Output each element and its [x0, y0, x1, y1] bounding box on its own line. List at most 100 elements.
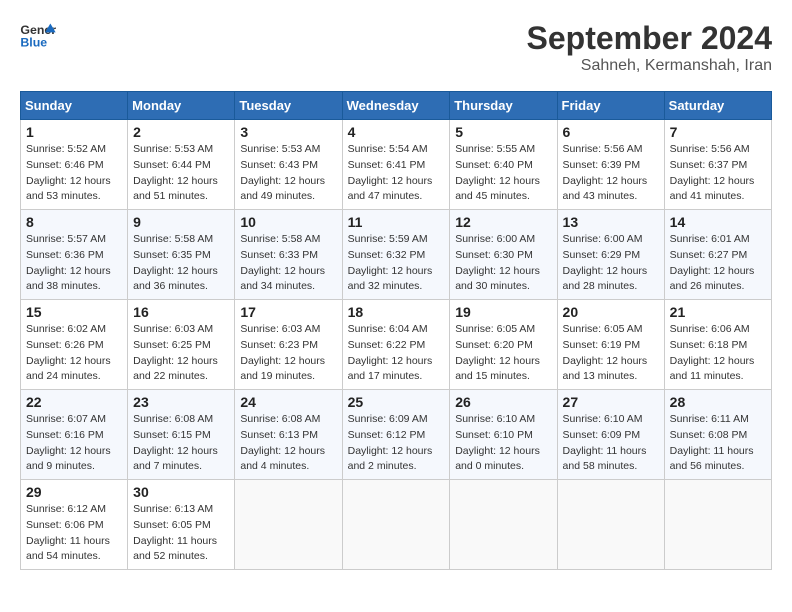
day-number: 23 [133, 394, 229, 410]
calendar-cell [342, 480, 450, 570]
day-number: 19 [455, 304, 551, 320]
day-info: Sunrise: 6:12 AM Sunset: 6:06 PM Dayligh… [26, 502, 122, 565]
day-info: Sunrise: 6:02 AM Sunset: 6:26 PM Dayligh… [26, 322, 122, 385]
calendar-cell: 12 Sunrise: 6:00 AM Sunset: 6:30 PM Dayli… [450, 210, 557, 300]
calendar-body: 1Sunrise: 5:52 AM Sunset: 6:46 PM Daylig… [21, 120, 772, 570]
day-info: Sunrise: 6:13 AM Sunset: 6:05 PM Dayligh… [133, 502, 229, 565]
day-number: 9 [133, 214, 229, 230]
calendar-cell [664, 480, 771, 570]
day-number: 29 [26, 484, 122, 500]
day-info: Sunrise: 5:55 AM Sunset: 6:40 PM Dayligh… [455, 142, 551, 205]
day-number: 13 [563, 214, 659, 230]
day-number: 8 [26, 214, 122, 230]
calendar-cell: 19 Sunrise: 6:05 AM Sunset: 6:20 PM Dayli… [450, 300, 557, 390]
calendar-cell: 20 Sunrise: 6:05 AM Sunset: 6:19 PM Dayli… [557, 300, 664, 390]
day-number: 24 [240, 394, 336, 410]
day-info: Sunrise: 6:05 AM Sunset: 6:20 PM Dayligh… [455, 322, 551, 385]
week-row-2: 8 Sunrise: 5:57 AM Sunset: 6:36 PM Daylig… [21, 210, 772, 300]
week-row-1: 1Sunrise: 5:52 AM Sunset: 6:46 PM Daylig… [21, 120, 772, 210]
day-info: Sunrise: 5:59 AM Sunset: 6:32 PM Dayligh… [348, 232, 445, 295]
weekday-thursday: Thursday [450, 92, 557, 120]
calendar-cell: 7 Sunrise: 5:56 AM Sunset: 6:37 PM Daylig… [664, 120, 771, 210]
day-number: 28 [670, 394, 766, 410]
day-number: 18 [348, 304, 445, 320]
calendar-cell: 16Sunrise: 6:03 AM Sunset: 6:25 PM Dayli… [128, 300, 235, 390]
calendar-cell: 27 Sunrise: 6:10 AM Sunset: 6:09 PM Dayli… [557, 390, 664, 480]
day-info: Sunrise: 5:58 AM Sunset: 6:35 PM Dayligh… [133, 232, 229, 295]
day-info: Sunrise: 5:57 AM Sunset: 6:36 PM Dayligh… [26, 232, 122, 295]
day-number: 27 [563, 394, 659, 410]
weekday-saturday: Saturday [664, 92, 771, 120]
calendar-cell: 18 Sunrise: 6:04 AM Sunset: 6:22 PM Dayli… [342, 300, 450, 390]
month-year: September 2024 [527, 20, 772, 57]
day-info: Sunrise: 6:07 AM Sunset: 6:16 PM Dayligh… [26, 412, 122, 475]
calendar-cell: 26Sunrise: 6:10 AM Sunset: 6:10 PM Dayli… [450, 390, 557, 480]
day-info: Sunrise: 5:58 AM Sunset: 6:33 PM Dayligh… [240, 232, 336, 295]
calendar-cell: 8 Sunrise: 5:57 AM Sunset: 6:36 PM Daylig… [21, 210, 128, 300]
day-number: 17 [240, 304, 336, 320]
day-info: Sunrise: 6:11 AM Sunset: 6:08 PM Dayligh… [670, 412, 766, 475]
weekday-header-row: SundayMondayTuesdayWednesdayThursdayFrid… [21, 92, 772, 120]
day-info: Sunrise: 5:53 AM Sunset: 6:44 PM Dayligh… [133, 142, 229, 205]
day-info: Sunrise: 6:10 AM Sunset: 6:10 PM Dayligh… [455, 412, 551, 475]
day-info: Sunrise: 5:56 AM Sunset: 6:39 PM Dayligh… [563, 142, 659, 205]
calendar-cell: 10 Sunrise: 5:58 AM Sunset: 6:33 PM Dayli… [235, 210, 342, 300]
svg-text:Blue: Blue [20, 35, 47, 49]
day-info: Sunrise: 6:10 AM Sunset: 6:09 PM Dayligh… [563, 412, 659, 475]
day-number: 21 [670, 304, 766, 320]
day-info: Sunrise: 5:52 AM Sunset: 6:46 PM Dayligh… [26, 142, 122, 205]
day-number: 2 [133, 124, 229, 140]
day-info: Sunrise: 6:08 AM Sunset: 6:15 PM Dayligh… [133, 412, 229, 475]
header: General Blue September 2024 Sahneh, Kerm… [20, 20, 772, 75]
day-number: 4 [348, 124, 445, 140]
day-number: 25 [348, 394, 445, 410]
logo-icon: General Blue [20, 20, 56, 50]
day-info: Sunrise: 5:56 AM Sunset: 6:37 PM Dayligh… [670, 142, 766, 205]
day-info: Sunrise: 6:00 AM Sunset: 6:29 PM Dayligh… [563, 232, 659, 295]
title-block: September 2024 Sahneh, Kermanshah, Iran [527, 20, 772, 75]
day-info: Sunrise: 6:00 AM Sunset: 6:30 PM Dayligh… [455, 232, 551, 295]
calendar-cell [557, 480, 664, 570]
day-info: Sunrise: 6:03 AM Sunset: 6:23 PM Dayligh… [240, 322, 336, 385]
day-number: 11 [348, 214, 445, 230]
calendar-cell: 29 Sunrise: 6:12 AM Sunset: 6:06 PM Dayli… [21, 480, 128, 570]
week-row-4: 22 Sunrise: 6:07 AM Sunset: 6:16 PM Dayli… [21, 390, 772, 480]
day-number: 12 [455, 214, 551, 230]
day-info: Sunrise: 6:05 AM Sunset: 6:19 PM Dayligh… [563, 322, 659, 385]
day-number: 5 [455, 124, 551, 140]
day-info: Sunrise: 6:01 AM Sunset: 6:27 PM Dayligh… [670, 232, 766, 295]
day-info: Sunrise: 6:04 AM Sunset: 6:22 PM Dayligh… [348, 322, 445, 385]
calendar-cell: 6 Sunrise: 5:56 AM Sunset: 6:39 PM Daylig… [557, 120, 664, 210]
weekday-wednesday: Wednesday [342, 92, 450, 120]
calendar-cell: 21 Sunrise: 6:06 AM Sunset: 6:18 PM Dayli… [664, 300, 771, 390]
calendar-cell: 14Sunrise: 6:01 AM Sunset: 6:27 PM Dayli… [664, 210, 771, 300]
day-number: 7 [670, 124, 766, 140]
week-row-5: 29 Sunrise: 6:12 AM Sunset: 6:06 PM Dayli… [21, 480, 772, 570]
weekday-friday: Friday [557, 92, 664, 120]
day-info: Sunrise: 6:03 AM Sunset: 6:25 PM Dayligh… [133, 322, 229, 385]
day-number: 22 [26, 394, 122, 410]
day-number: 30 [133, 484, 229, 500]
weekday-sunday: Sunday [21, 92, 128, 120]
calendar-cell: 13 Sunrise: 6:00 AM Sunset: 6:29 PM Dayli… [557, 210, 664, 300]
calendar-cell: 3 Sunrise: 5:53 AM Sunset: 6:43 PM Daylig… [235, 120, 342, 210]
day-number: 3 [240, 124, 336, 140]
calendar-cell: 28 Sunrise: 6:11 AM Sunset: 6:08 PM Dayli… [664, 390, 771, 480]
calendar-cell: 11 Sunrise: 5:59 AM Sunset: 6:32 PM Dayli… [342, 210, 450, 300]
day-number: 20 [563, 304, 659, 320]
logo: General Blue [20, 20, 56, 50]
calendar-cell [235, 480, 342, 570]
weekday-monday: Monday [128, 92, 235, 120]
location: Sahneh, Kermanshah, Iran [527, 57, 772, 75]
week-row-3: 15 Sunrise: 6:02 AM Sunset: 6:26 PM Dayli… [21, 300, 772, 390]
calendar-cell: 17 Sunrise: 6:03 AM Sunset: 6:23 PM Dayli… [235, 300, 342, 390]
day-number: 6 [563, 124, 659, 140]
calendar-cell: 9 Sunrise: 5:58 AM Sunset: 6:35 PM Daylig… [128, 210, 235, 300]
calendar-cell: 4 Sunrise: 5:54 AM Sunset: 6:41 PM Daylig… [342, 120, 450, 210]
calendar-cell: 5 Sunrise: 5:55 AM Sunset: 6:40 PM Daylig… [450, 120, 557, 210]
day-info: Sunrise: 5:53 AM Sunset: 6:43 PM Dayligh… [240, 142, 336, 205]
day-info: Sunrise: 6:06 AM Sunset: 6:18 PM Dayligh… [670, 322, 766, 385]
day-info: Sunrise: 5:54 AM Sunset: 6:41 PM Dayligh… [348, 142, 445, 205]
day-number: 15 [26, 304, 122, 320]
day-number: 10 [240, 214, 336, 230]
